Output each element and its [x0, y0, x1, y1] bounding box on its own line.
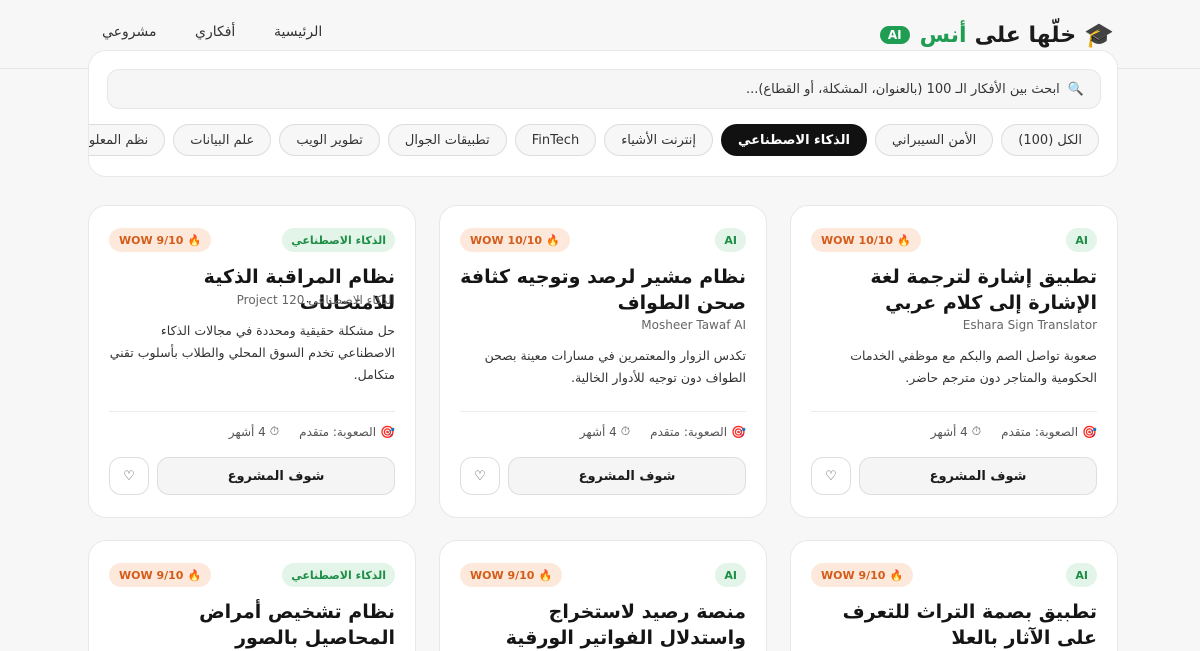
card-meta: 🎯 الصعوبة: متقدم ⏱ 4 أشهر — [580, 424, 746, 439]
wow-badge: 🔥 WOW 9/10 — [109, 563, 212, 587]
idea-card[interactable]: الذكاء الاصطناعي 🔥 WOW 9/10 نظام المراقبة… — [88, 205, 416, 518]
target-icon: 🎯 — [1082, 424, 1097, 439]
wow-score: WOW 9/10 — [821, 568, 886, 582]
wow-badge: 🔥 WOW 10/10 — [811, 228, 921, 252]
card-title[interactable]: نظام المراقبة الذكية للامتحانات — [105, 264, 395, 316]
category-tag: AI — [715, 563, 746, 587]
idea-card[interactable]: AI 🔥 WOW 10/10 تطبيق إشارة لترجمة لغة الإ… — [790, 205, 1118, 518]
magnifier-icon: 🔍 — [1067, 81, 1084, 97]
chip-data-science[interactable]: علم البيانات — [173, 124, 272, 156]
filter-panel: 🔍 ابحث بين الأفكار الـ 100 (بالعنوان، ال… — [88, 50, 1118, 177]
stopwatch-icon: ⏱ — [971, 424, 982, 438]
card-subtitle: Eshara Sign Translator — [962, 318, 1097, 332]
fire-icon: 🔥 — [187, 568, 202, 582]
brand-logo[interactable]: 🎓 خلّها على أنس AI — [879, 20, 1114, 50]
search-placeholder: ابحث بين الأفكار الـ 100 (بالعنوان، المش… — [745, 81, 1060, 97]
category-tag: AI — [1066, 228, 1097, 252]
difficulty-label: الصعوبة: متقدم — [1001, 424, 1079, 439]
card-description: صعوبة تواصل الصم والبكم مع موظفي الخدمات… — [850, 348, 1097, 385]
stopwatch-icon: ⏱ — [620, 424, 631, 438]
card-divider — [460, 411, 746, 412]
heart-icon[interactable]: ♡ — [460, 457, 500, 495]
category-chips: الكل (100) الأمن السيبراني الذكاء الاصطن… — [89, 124, 1099, 156]
difficulty-label: الصعوبة: متقدم — [299, 424, 377, 439]
fire-icon: 🔥 — [546, 233, 560, 247]
view-project-button[interactable]: شوف المشروع — [508, 457, 746, 495]
chip-ai[interactable]: الذكاء الاصطناعي — [720, 124, 867, 156]
fire-icon: 🔥 — [187, 233, 202, 247]
brand-badge: AI — [879, 26, 910, 44]
heart-icon[interactable]: ♡ — [811, 457, 851, 495]
card-divider — [811, 411, 1097, 412]
card-description: حل مشكلة حقيقية ومحددة في مجالات الذكاء … — [109, 323, 395, 382]
wow-score: WOW 10/10 — [821, 233, 894, 247]
card-subtitle: الذكاء الاصطناعي Project 120 — [236, 293, 395, 307]
wow-score: WOW 9/10 — [470, 568, 535, 582]
fire-icon: 🔥 — [538, 568, 553, 582]
duration-label: 4 أشهر — [930, 424, 968, 439]
stopwatch-icon: ⏱ — [269, 424, 280, 438]
chip-fintech[interactable]: FinTech — [514, 124, 597, 156]
idea-card[interactable]: AI 🔥 WOW 9/10 تطبيق بصمة التراث للتعرف عل… — [790, 540, 1118, 651]
chip-web-dev[interactable]: تطوير الويب — [279, 124, 380, 156]
card-title[interactable]: منصة رصيد لاستخراج واستدلال الفواتير الو… — [456, 599, 746, 651]
duration-label: 4 أشهر — [579, 424, 617, 439]
idea-card[interactable]: AI 🔥 WOW 10/10 نظام مشير لرصد وتوجيه كثاف… — [439, 205, 767, 518]
brand-title: خلّها على — [974, 22, 1077, 48]
brand-name: أنس — [919, 22, 967, 48]
card-meta: 🎯 الصعوبة: متقدم ⏱ 4 أشهر — [229, 424, 395, 439]
card-title[interactable]: تطبيق إشارة لترجمة لغة الإشارة إلى كلام … — [807, 264, 1097, 316]
chip-mobile-apps[interactable]: تطبيقات الجوال — [387, 124, 507, 156]
category-tag: الذكاء الاصطناعي — [282, 563, 395, 587]
chip-all[interactable]: الكل (100) — [1001, 124, 1099, 156]
nav-my-ideas[interactable]: أفكاري — [195, 24, 235, 40]
wow-badge: 🔥 WOW 9/10 — [460, 563, 563, 587]
fire-icon: 🔥 — [897, 233, 911, 247]
nav-my-project[interactable]: مشروعي — [102, 24, 157, 40]
fire-icon: 🔥 — [889, 568, 904, 582]
card-meta: 🎯 الصعوبة: متقدم ⏱ 4 أشهر — [931, 424, 1097, 439]
difficulty-label: الصعوبة: متقدم — [650, 424, 728, 439]
wow-badge: 🔥 WOW 9/10 — [811, 563, 914, 587]
category-tag: AI — [1066, 563, 1097, 587]
idea-card[interactable]: الذكاء الاصطناعي 🔥 WOW 9/10 نظام تشخيص أم… — [88, 540, 416, 651]
target-icon: 🎯 — [731, 424, 746, 439]
wow-badge: 🔥 WOW 9/10 — [109, 228, 212, 252]
card-description: تكدس الزوار والمعتمرين في مسارات معينة ب… — [484, 348, 746, 385]
card-divider — [109, 411, 395, 412]
view-project-button[interactable]: شوف المشروع — [157, 457, 395, 495]
card-title[interactable]: تطبيق بصمة التراث للتعرف على الآثار بالع… — [807, 599, 1097, 651]
wow-score: WOW 9/10 — [119, 233, 184, 247]
wow-badge: 🔥 WOW 10/10 — [460, 228, 570, 252]
target-icon: 🎯 — [380, 424, 395, 439]
card-subtitle: Mosheer Tawaf AI — [641, 318, 746, 332]
nav-home[interactable]: الرئيسية — [274, 24, 322, 40]
chip-info-systems[interactable]: نظم المعلوما — [89, 124, 166, 156]
card-title[interactable]: نظام مشير لرصد وتوجيه كثافة صحن الطواف — [456, 264, 746, 316]
wow-score: WOW 10/10 — [470, 233, 543, 247]
category-tag: AI — [715, 228, 746, 252]
search-input[interactable]: 🔍 ابحث بين الأفكار الـ 100 (بالعنوان، ال… — [107, 69, 1101, 109]
heart-icon[interactable]: ♡ — [109, 457, 149, 495]
chip-iot[interactable]: إنترنت الأشياء — [604, 124, 713, 156]
chip-cybersecurity[interactable]: الأمن السيبراني — [875, 124, 994, 156]
category-tag: الذكاء الاصطناعي — [282, 228, 395, 252]
graduation-cap-icon: 🎓 — [1084, 21, 1114, 49]
card-title[interactable]: نظام تشخيص أمراض المحاصيل بالصور — [105, 599, 395, 651]
idea-card[interactable]: AI 🔥 WOW 9/10 منصة رصيد لاستخراج واستدلال… — [439, 540, 767, 651]
duration-label: 4 أشهر — [228, 424, 266, 439]
view-project-button[interactable]: شوف المشروع — [859, 457, 1097, 495]
wow-score: WOW 9/10 — [119, 568, 184, 582]
